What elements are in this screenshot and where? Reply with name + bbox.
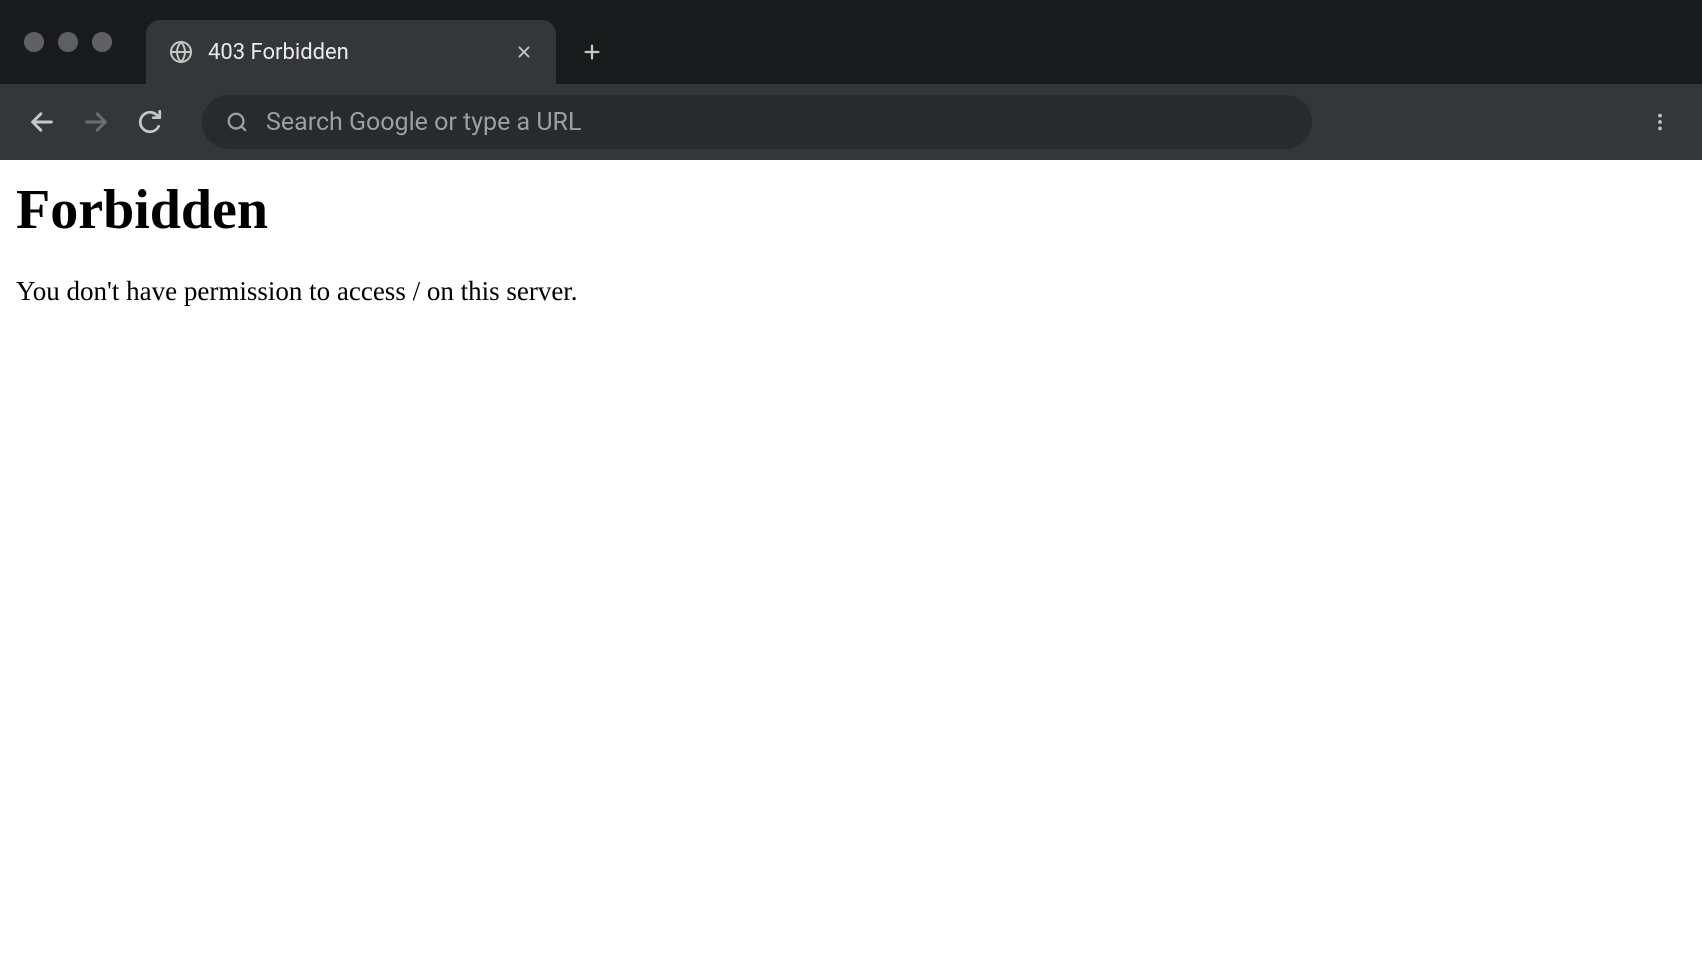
new-tab-button[interactable] <box>568 28 616 76</box>
page-content: Forbidden You don't have permission to a… <box>0 160 1702 325</box>
tab-title: 403 Forbidden <box>208 40 496 65</box>
forward-button[interactable] <box>74 100 118 144</box>
browser-tab[interactable]: 403 Forbidden <box>146 20 556 84</box>
reload-button[interactable] <box>128 100 172 144</box>
address-bar-placeholder: Search Google or type a URL <box>266 108 581 137</box>
close-tab-button[interactable] <box>510 38 538 66</box>
browser-chrome: 403 Forbidden <box>0 0 1702 160</box>
error-heading: Forbidden <box>16 178 1686 242</box>
error-message: You don't have permission to access / on… <box>16 276 1686 307</box>
tab-bar: 403 Forbidden <box>0 0 1702 84</box>
toolbar: Search Google or type a URL <box>0 84 1702 160</box>
globe-icon <box>168 39 194 65</box>
maximize-window-button[interactable] <box>92 32 112 52</box>
search-icon <box>226 111 248 133</box>
back-button[interactable] <box>20 100 64 144</box>
address-bar[interactable]: Search Google or type a URL <box>202 95 1312 149</box>
minimize-window-button[interactable] <box>58 32 78 52</box>
close-window-button[interactable] <box>24 32 44 52</box>
menu-button[interactable] <box>1638 100 1682 144</box>
window-controls <box>24 32 112 52</box>
